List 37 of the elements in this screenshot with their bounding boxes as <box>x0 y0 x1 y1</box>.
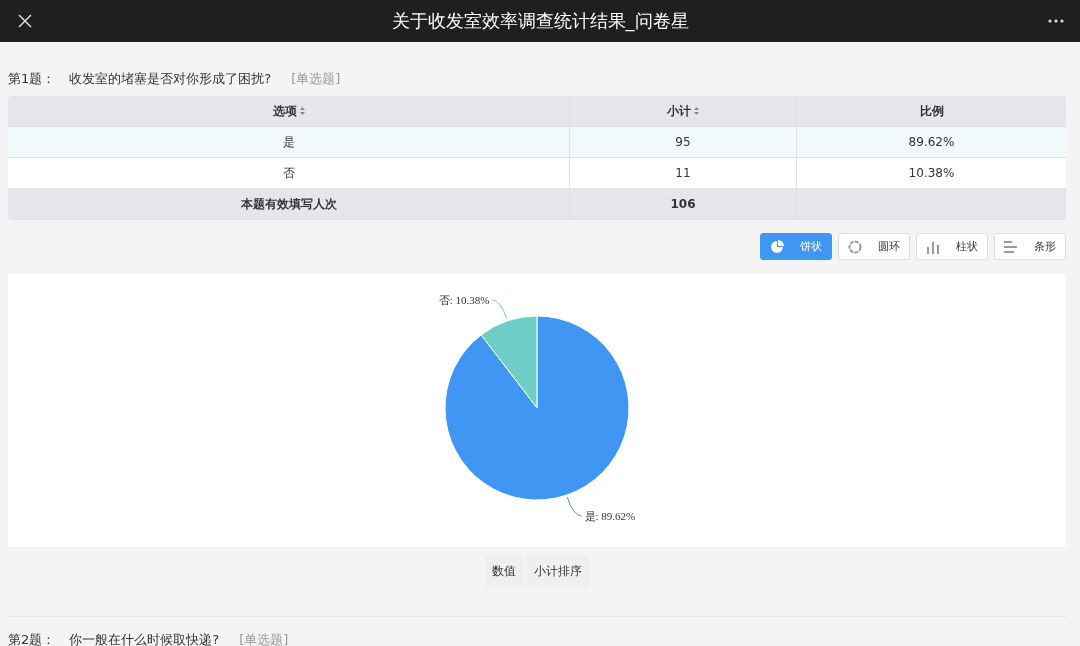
question-text: 你一般在什么时候取快递? <box>69 631 220 646</box>
pie-chart-icon <box>770 239 784 254</box>
slice-label: 是: 89.62% <box>584 510 636 522</box>
chart-type-button[interactable]: 圆环 <box>838 233 910 260</box>
more-button[interactable] <box>1046 17 1066 25</box>
slice-label: 否: 10.38% <box>438 294 490 306</box>
table-cell: 本题有效填写人次 <box>8 189 570 220</box>
table-cell: 95 <box>570 127 797 158</box>
window-title: 关于收发室效率调查统计结果_问卷星 <box>391 9 689 33</box>
table-cell: 是 <box>8 127 570 158</box>
question-number: 第1题： <box>8 70 56 88</box>
chart-action-button[interactable]: 小计排序 <box>527 556 589 587</box>
chart-type-button[interactable]: 条形 <box>994 233 1066 260</box>
column-header: 比例 <box>797 96 1066 127</box>
leader-line <box>566 496 582 517</box>
bar-chart-icon <box>926 239 940 254</box>
chart-action-button[interactable]: 数值 <box>485 556 523 587</box>
table-cell: 89.62% <box>797 127 1066 158</box>
question-number: 第2题： <box>8 631 56 646</box>
table-cell: 11 <box>570 158 797 189</box>
ring-icon <box>848 239 862 254</box>
table-cell: 否 <box>8 158 570 189</box>
leader-line <box>492 299 508 320</box>
horizontal-bars-icon <box>1004 239 1018 254</box>
column-header[interactable]: 选项 <box>8 96 570 127</box>
table-cell: 10.38% <box>797 158 1066 189</box>
column-header[interactable]: 小计 <box>570 96 797 127</box>
question-type: [单选题] <box>239 631 289 646</box>
close-button[interactable] <box>16 12 34 30</box>
sort-icon[interactable] <box>694 107 699 115</box>
more-icon <box>1048 19 1064 23</box>
question-text: 收发室的堵塞是否对你形成了困扰? <box>69 70 272 88</box>
sort-icon[interactable] <box>299 107 305 115</box>
question-type: [单选题] <box>291 70 341 88</box>
close-icon <box>18 14 32 28</box>
chart-type-button[interactable]: 柱状 <box>916 233 988 260</box>
table-cell: 106 <box>570 189 797 220</box>
